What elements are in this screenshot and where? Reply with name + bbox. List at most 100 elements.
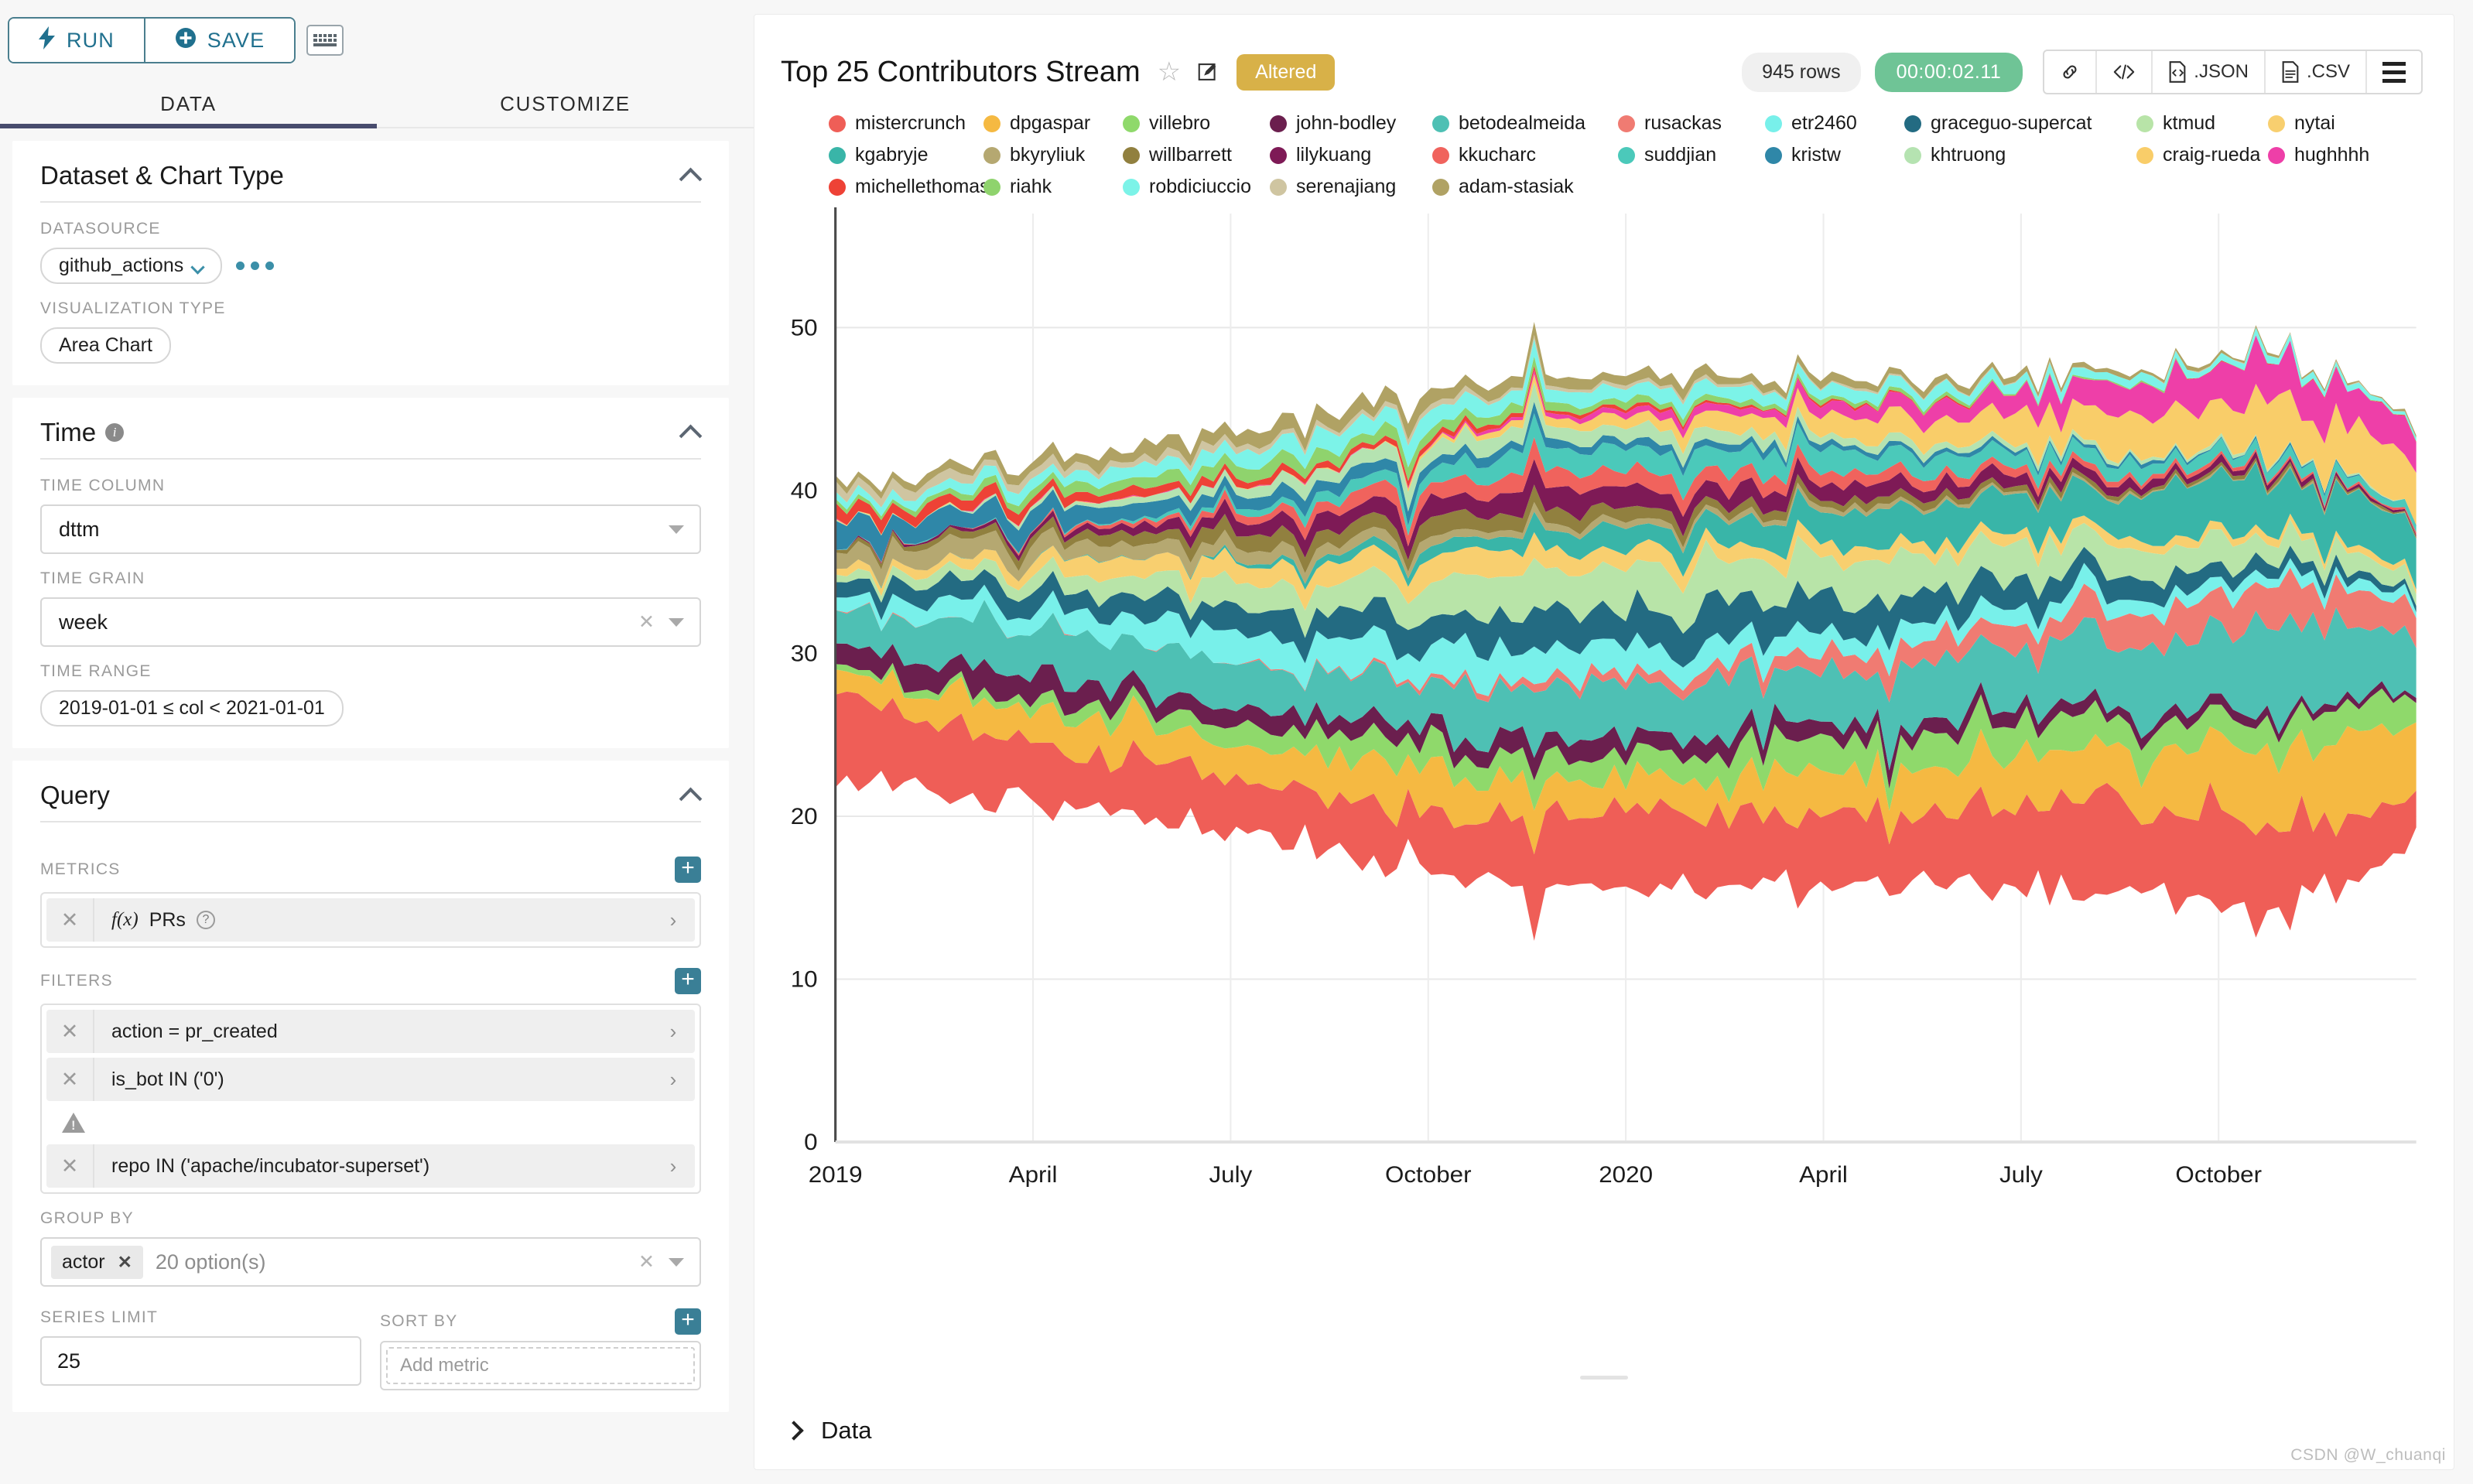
keyboard-shortcuts-button[interactable] <box>306 25 344 56</box>
save-button[interactable]: SAVE <box>144 19 294 62</box>
legend-swatch <box>1904 115 1921 132</box>
legend-item[interactable]: serenajiang <box>1270 176 1432 198</box>
filter-item[interactable]: ✕ repo IN ('apache/incubator-superset') … <box>46 1144 695 1188</box>
share-link-icon[interactable] <box>2044 51 2097 93</box>
remove-filter-icon[interactable]: ✕ <box>46 1010 94 1053</box>
filter-item[interactable]: ✕ is_bot IN ('0') › <box>46 1058 695 1101</box>
chevron-down-icon[interactable] <box>669 1258 684 1267</box>
stream-area-chart[interactable]: 010203040502019AprilJulyOctober2020April… <box>754 206 2423 1212</box>
function-icon: f(x) <box>111 909 139 931</box>
chevron-down-icon <box>193 262 204 269</box>
remove-filter-icon[interactable]: ✕ <box>46 1144 94 1188</box>
data-section-toggle[interactable]: Data <box>754 1384 2454 1469</box>
legend-item[interactable]: nytai <box>2268 112 2423 135</box>
legend-item[interactable]: kristw <box>1765 144 1904 166</box>
chevron-right-icon[interactable]: › <box>652 1020 695 1044</box>
metric-item[interactable]: ✕ f(x) PRs ? › <box>46 898 695 942</box>
code-icon[interactable] <box>2097 51 2153 93</box>
x-axis-tick-label: 2020 <box>1599 1161 1653 1188</box>
group-by-label: GROUP BY <box>40 1209 701 1228</box>
legend-item[interactable]: mistercrunch <box>829 112 983 135</box>
chevron-right-icon[interactable]: › <box>652 1154 695 1178</box>
tab-data[interactable]: DATA <box>0 80 377 127</box>
legend-item[interactable]: dpgaspar <box>983 112 1123 135</box>
legend-item[interactable]: john-bodley <box>1270 112 1432 135</box>
time-section-header[interactable]: Time i <box>12 398 729 458</box>
clear-icon[interactable]: ✕ <box>638 1250 655 1274</box>
legend-item[interactable]: kkucharc <box>1432 144 1618 166</box>
sort-by-dropzone[interactable]: Add metric <box>380 1341 701 1390</box>
filter-label: action = pr_created <box>94 1021 652 1043</box>
legend-item[interactable]: etr2460 <box>1765 112 1904 135</box>
legend-swatch <box>983 179 1000 196</box>
resize-grip[interactable] <box>1580 1376 1628 1380</box>
legend-item[interactable]: villebro <box>1123 112 1270 135</box>
add-metric-button[interactable]: + <box>675 857 701 883</box>
edit-pencil-icon[interactable] <box>1198 61 1219 83</box>
legend-item[interactable]: lilykuang <box>1270 144 1432 166</box>
time-column-select[interactable]: dttm <box>40 504 701 554</box>
legend-item[interactable]: riahk <box>983 176 1123 198</box>
legend-item[interactable]: rusackas <box>1618 112 1765 135</box>
group-by-placeholder: 20 option(s) <box>156 1250 638 1274</box>
legend-item[interactable]: ktmud <box>2136 112 2268 135</box>
legend-swatch <box>1618 115 1635 132</box>
legend-item[interactable]: khtruong <box>1904 144 2136 166</box>
info-icon[interactable]: i <box>105 423 124 442</box>
legend-item[interactable]: robdiciuccio <box>1123 176 1270 198</box>
menu-icon[interactable] <box>2367 51 2421 93</box>
select-affordances: ✕ <box>638 610 684 634</box>
chevron-up-icon[interactable] <box>681 169 701 182</box>
chevron-up-icon[interactable] <box>681 426 701 439</box>
chevron-right-icon[interactable]: › <box>652 1068 695 1092</box>
legend-swatch <box>983 115 1000 132</box>
add-sort-button[interactable]: + <box>675 1308 701 1335</box>
chevron-up-icon[interactable] <box>681 789 701 802</box>
time-range-value: 2019-01-01 ≤ col < 2021-01-01 <box>59 697 325 720</box>
dataset-section-header[interactable]: Dataset & Chart Type <box>12 141 729 201</box>
legend-item[interactable]: suddjian <box>1618 144 1765 166</box>
legend-item[interactable]: graceguo-supercat <box>1904 112 2136 135</box>
group-by-select[interactable]: actor ✕ 20 option(s) ✕ <box>40 1237 701 1287</box>
legend-item[interactable]: willbarrett <box>1123 144 1270 166</box>
remove-metric-icon[interactable]: ✕ <box>46 898 94 942</box>
filter-label: repo IN ('apache/incubator-superset') <box>94 1155 652 1178</box>
legend-label: john-bodley <box>1296 112 1396 135</box>
legend-item[interactable]: craig-rueda <box>2136 144 2268 166</box>
legend-swatch <box>1432 179 1449 196</box>
time-range-button[interactable]: 2019-01-01 ≤ col < 2021-01-01 <box>40 690 344 727</box>
legend-spacer <box>2268 176 2423 198</box>
chevron-right-icon[interactable] <box>784 1421 803 1440</box>
chevron-down-icon[interactable] <box>669 525 684 534</box>
control-panel-scroll[interactable]: Dataset & Chart Type DATASOURCE github_a… <box>0 128 754 1484</box>
legend-item[interactable]: adam-stasiak <box>1432 176 1618 198</box>
metrics-label: METRICS <box>40 860 121 879</box>
series-limit-input[interactable]: 25 <box>40 1336 361 1386</box>
visualization-type-button[interactable]: Area Chart <box>40 327 171 364</box>
tab-customize[interactable]: CUSTOMIZE <box>377 80 754 127</box>
time-grain-select[interactable]: week ✕ <box>40 597 701 647</box>
run-button[interactable]: RUN <box>9 19 144 62</box>
chevron-down-icon[interactable] <box>669 618 684 627</box>
datasource-more-menu[interactable] <box>236 262 274 270</box>
filter-item[interactable]: ✕ action = pr_created › <box>46 1010 695 1053</box>
legend-label: michellethomas <box>855 176 990 198</box>
star-outline-icon[interactable]: ☆ <box>1158 59 1181 85</box>
help-icon[interactable]: ? <box>197 911 215 929</box>
json-file-icon[interactable]: .JSON <box>2153 51 2266 93</box>
csv-file-icon[interactable]: .CSV <box>2266 51 2367 93</box>
legend-item[interactable]: betodealmeida <box>1432 112 1618 135</box>
clear-icon[interactable]: ✕ <box>638 610 655 634</box>
query-section-header[interactable]: Query <box>12 761 729 821</box>
legend-item[interactable]: kgabryje <box>829 144 983 166</box>
group-by-chip[interactable]: actor ✕ <box>51 1246 143 1279</box>
chevron-right-icon[interactable]: › <box>652 908 695 932</box>
remove-chip-icon[interactable]: ✕ <box>118 1252 132 1273</box>
legend-item[interactable]: hughhhh <box>2268 144 2423 166</box>
remove-filter-icon[interactable]: ✕ <box>46 1058 94 1101</box>
legend-item[interactable]: bkyryliuk <box>983 144 1123 166</box>
legend-item[interactable]: michellethomas <box>829 176 983 198</box>
series-limit-label: SERIES LIMIT <box>40 1308 361 1327</box>
datasource-select[interactable]: github_actions <box>40 248 222 284</box>
add-filter-button[interactable]: + <box>675 968 701 994</box>
